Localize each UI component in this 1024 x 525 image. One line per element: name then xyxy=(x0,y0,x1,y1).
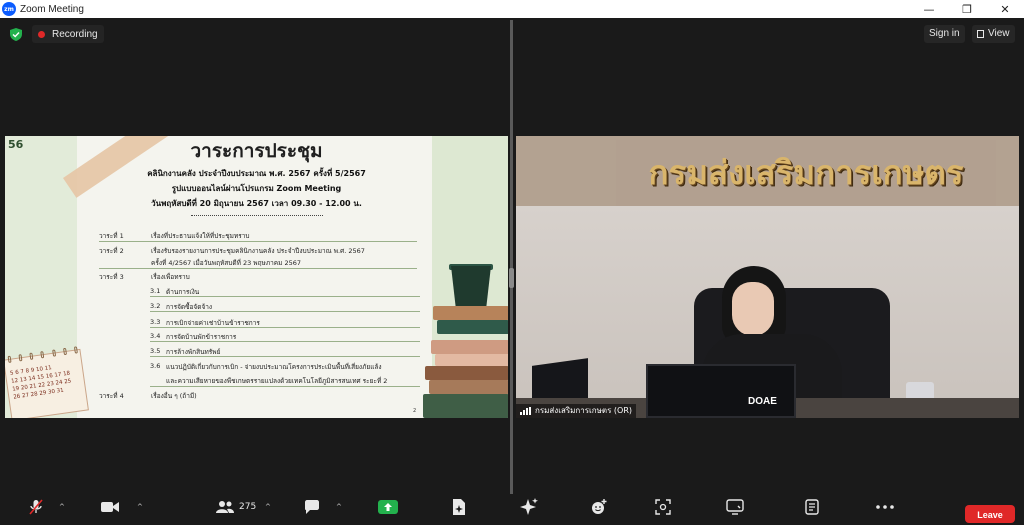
recording-label: Recording xyxy=(52,28,98,40)
document-sparkle-icon xyxy=(453,499,465,515)
view-label: View xyxy=(988,28,1010,39)
smiley-plus-icon xyxy=(592,499,607,514)
agenda-rule xyxy=(150,386,420,387)
close-button[interactable]: ✕ xyxy=(986,0,1024,18)
slide-dotted-divider xyxy=(191,215,323,216)
participants-icon xyxy=(216,501,234,513)
slide-subtitle-2: รูปแบบออนไลน์ผ่านโปรแกรม Zoom Meeting xyxy=(171,184,342,193)
recording-dot-icon xyxy=(38,30,45,38)
agenda-number: วาระที่ 3 xyxy=(99,273,124,281)
restore-button[interactable]: ❐ xyxy=(948,0,986,18)
agenda-text: ครั้งที่ 4/2567 เมื่อวันพฤหัสบดีที่ 23 พ… xyxy=(151,259,301,267)
more-button[interactable] xyxy=(876,498,894,516)
chat-icon xyxy=(305,500,319,514)
book-illustration xyxy=(431,340,508,354)
book-illustration xyxy=(435,354,508,366)
participant-name: กรมส่งเสริมการเกษตร (OR) xyxy=(535,406,633,415)
participant-name-label: กรมส่งเสริมการเกษตร (OR) xyxy=(516,404,637,418)
slide-title: วาระการประชุม xyxy=(190,140,323,162)
participant-video-tile[interactable]: กรมส่งเสริมการเกษตร DOAE กรมส่งเสริมการเ… xyxy=(516,136,1019,418)
agenda-text: เรื่องรับรองรายงานการประชุมคลินิกงานคลัง… xyxy=(151,247,365,255)
agenda-rule xyxy=(150,311,420,312)
agenda-number: วาระที่ 4 xyxy=(99,392,124,400)
agenda-rule xyxy=(150,296,420,297)
share-screen-icon xyxy=(378,500,398,514)
book-illustration xyxy=(423,394,508,418)
calendar-dates: 5 6 7 8 9 10 11 12 13 14 15 16 17 18 19 … xyxy=(10,362,73,402)
slide-subtitle-3: วันพฤหัสบดีที่ 20 มิถุนายน 2567 เวลา 09.… xyxy=(151,199,362,208)
share-screen-button[interactable] xyxy=(378,498,398,516)
subitem-number: 3.5 xyxy=(150,347,161,355)
slide-subtitle-1: คลินิกงานคลัง ประจำปีงบประมาณ พ.ศ. 2567 … xyxy=(147,169,366,178)
video-options-caret-icon[interactable]: ^ xyxy=(137,503,143,511)
agenda-rule xyxy=(150,341,420,342)
zoom-logo-icon: zm xyxy=(2,2,16,16)
notes-icon xyxy=(805,499,819,515)
window-title: Zoom Meeting xyxy=(20,3,84,15)
agenda-rule xyxy=(99,241,417,242)
split-divider-handle[interactable] xyxy=(509,268,514,288)
agenda-rule xyxy=(99,268,417,269)
book-illustration xyxy=(433,306,508,320)
leave-button[interactable]: Leave xyxy=(965,505,1015,523)
window-title-bar: zm Zoom Meeting — ❐ ✕ xyxy=(0,0,1024,18)
view-button[interactable]: View xyxy=(972,25,1015,43)
more-dots-icon xyxy=(876,505,894,509)
apps-button[interactable] xyxy=(655,498,671,516)
book-illustration xyxy=(437,320,508,334)
agenda-number: วาระที่ 2 xyxy=(99,247,124,255)
slide-page-number: 2 xyxy=(413,408,417,414)
sparkle-icon xyxy=(520,498,538,515)
notes-button[interactable] xyxy=(805,498,819,516)
video-button[interactable] xyxy=(100,498,120,516)
microphone-muted-icon xyxy=(29,499,43,515)
subitem-number: 3.2 xyxy=(150,302,161,310)
shared-screen-slide: 56 วาระการประชุม คลินิกงานคลัง ประจำปีงบ… xyxy=(5,136,508,418)
participants-count: 275 xyxy=(239,502,257,512)
video-camera-icon xyxy=(101,502,119,512)
book-illustration xyxy=(425,366,508,380)
view-layout-icon xyxy=(977,30,984,38)
signal-strength-icon xyxy=(520,407,532,415)
subitem-text: แนวปฏิบัติเกี่ยวกับการเบิก - จ่ายงบประมา… xyxy=(166,363,382,371)
person-face xyxy=(732,282,774,336)
calendar-illustration: 5 6 7 8 9 10 11 12 13 14 15 16 17 18 19 … xyxy=(5,346,89,418)
agenda-text: เรื่องเพื่อทราบ xyxy=(151,273,190,281)
audio-options-caret-icon[interactable]: ^ xyxy=(59,503,65,511)
agenda-number: วาระที่ 1 xyxy=(99,232,124,240)
chat-button[interactable] xyxy=(304,498,320,516)
apps-frame-icon xyxy=(655,499,671,515)
agenda-text: เรื่องอื่น ๆ (ถ้ามี) xyxy=(151,392,197,400)
reactions-button[interactable] xyxy=(591,498,607,516)
sign-in-button[interactable]: Sign in xyxy=(924,25,965,43)
mute-button[interactable] xyxy=(28,498,44,516)
minimize-button[interactable]: — xyxy=(910,0,948,18)
subitem-number: 3.3 xyxy=(150,318,161,326)
ai-companion-button[interactable] xyxy=(520,498,538,516)
whiteboard-button[interactable] xyxy=(726,498,744,516)
subitem-text: และความเสียหายของพืชเกษตรรายแปลงด้วยเทคโ… xyxy=(166,377,388,385)
agenda-rule xyxy=(150,356,420,357)
summary-button[interactable] xyxy=(452,498,466,516)
agenda-rule xyxy=(150,327,420,328)
agenda-text: เรื่องที่ประธานแจ้งให้ที่ประชุมทราบ xyxy=(151,232,250,240)
nameplate-text: DOAE xyxy=(748,396,777,407)
wall-sign-text: กรมส่งเสริมการเกษตร xyxy=(616,140,996,206)
subitem-number: 3.4 xyxy=(150,332,161,340)
participants-options-caret-icon[interactable]: ^ xyxy=(265,503,271,511)
meeting-toolbar: ^ ^ 275 ^ ^ xyxy=(0,494,1024,519)
participants-button[interactable]: 275 xyxy=(215,498,256,516)
window-controls: — ❐ ✕ xyxy=(910,0,1024,18)
split-divider[interactable] xyxy=(510,20,513,494)
recording-indicator[interactable]: Recording xyxy=(32,25,104,43)
book-illustration xyxy=(429,380,508,394)
subitem-number: 3.1 xyxy=(150,287,161,295)
plant-pot-illustration xyxy=(451,266,491,308)
front-monitor xyxy=(646,364,796,418)
chat-options-caret-icon[interactable]: ^ xyxy=(336,503,342,511)
subitem-number: 3.6 xyxy=(150,362,161,370)
encryption-shield-icon[interactable] xyxy=(10,28,22,41)
whiteboard-icon xyxy=(726,499,744,515)
